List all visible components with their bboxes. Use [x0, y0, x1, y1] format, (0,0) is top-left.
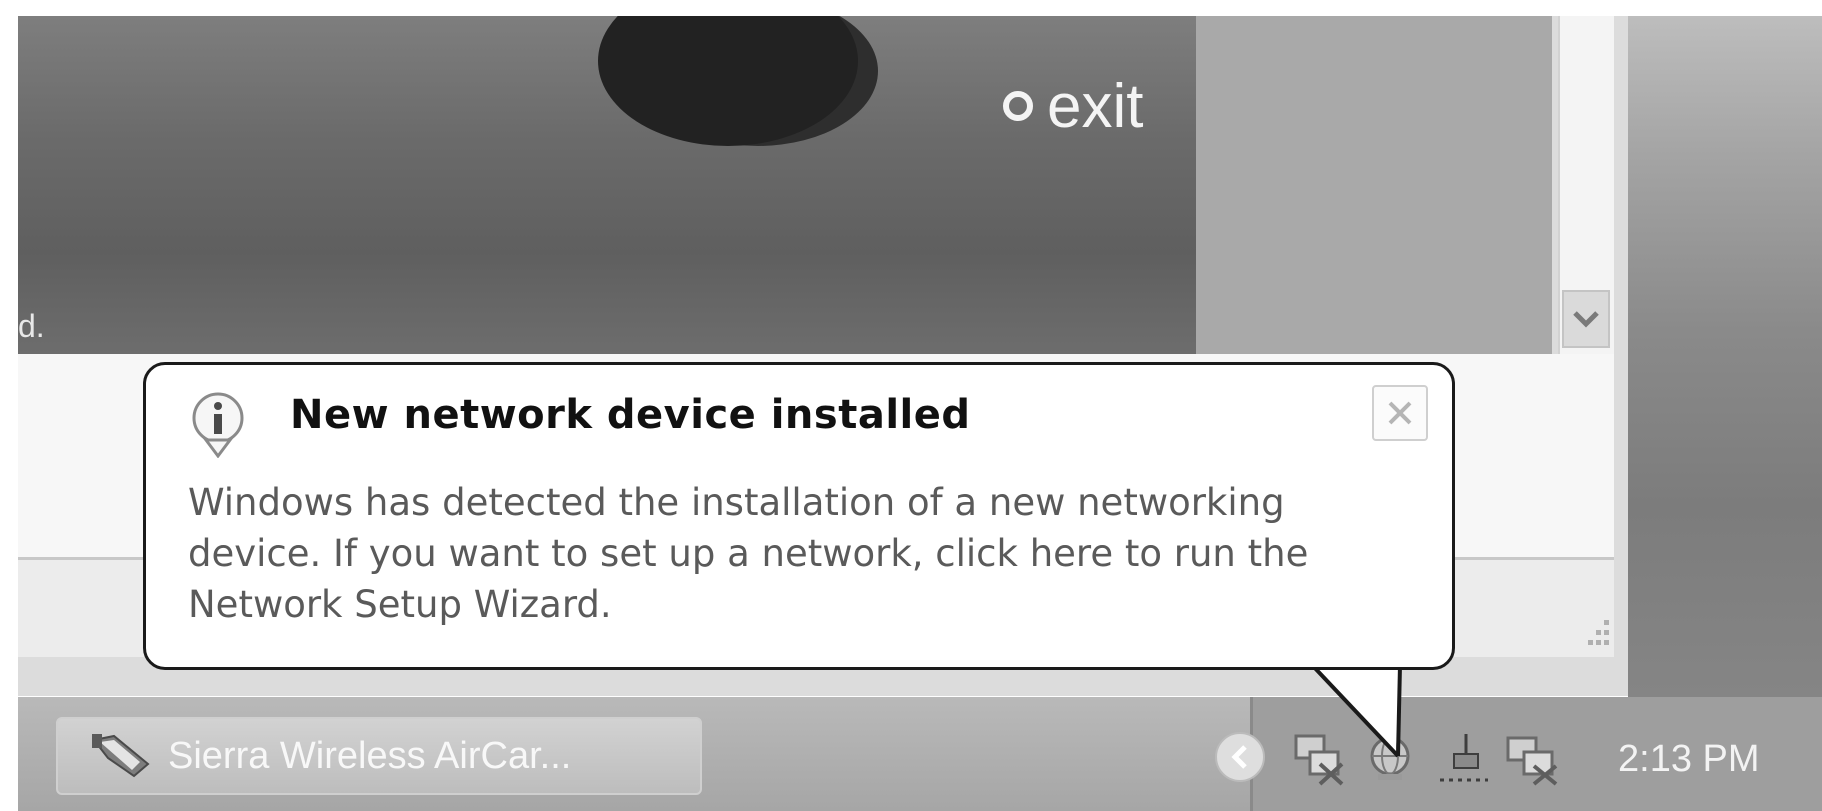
notification-body-line: Network Setup Wizard.: [188, 583, 612, 626]
exit-label: exit: [1047, 71, 1144, 141]
chevron-down-icon: [1573, 311, 1599, 328]
safely-remove-hardware-icon[interactable]: [1436, 730, 1492, 786]
chevron-left-icon: [1231, 745, 1247, 769]
exit-link[interactable]: exit: [1003, 66, 1143, 146]
tray-clock[interactable]: 2:13 PM: [1618, 738, 1760, 781]
side-panel: [1196, 16, 1552, 354]
notification-body-line: device. If you want to set up a network,…: [188, 532, 1309, 575]
notification-body[interactable]: Windows has detected the installation of…: [188, 477, 1428, 630]
taskbar-button-sierra-wireless[interactable]: Sierra Wireless AirCar...: [56, 717, 702, 795]
show-hidden-icons-button[interactable]: [1215, 732, 1265, 782]
taskbar-button-label: Sierra Wireless AirCar...: [168, 734, 572, 777]
notification-close-button[interactable]: [1372, 385, 1428, 441]
truncated-caption: d.: [18, 308, 45, 344]
resize-grip-icon[interactable]: [1580, 612, 1612, 652]
close-icon: [1388, 401, 1412, 425]
media-panel: exit: [18, 16, 1196, 354]
scroll-down-button[interactable]: [1562, 290, 1610, 348]
notification-title: New network device installed: [290, 392, 971, 438]
media-image: [598, 16, 858, 146]
network-connection-icon[interactable]: [1504, 730, 1560, 786]
notification-body-line: Windows has detected the installation of…: [188, 481, 1285, 524]
info-icon: [192, 392, 244, 458]
desktop-wallpaper: [1628, 16, 1822, 716]
exit-bullet-icon: [1003, 91, 1033, 121]
balloon-tail: [1310, 664, 1402, 758]
sierra-wireless-app-icon: [92, 734, 150, 778]
